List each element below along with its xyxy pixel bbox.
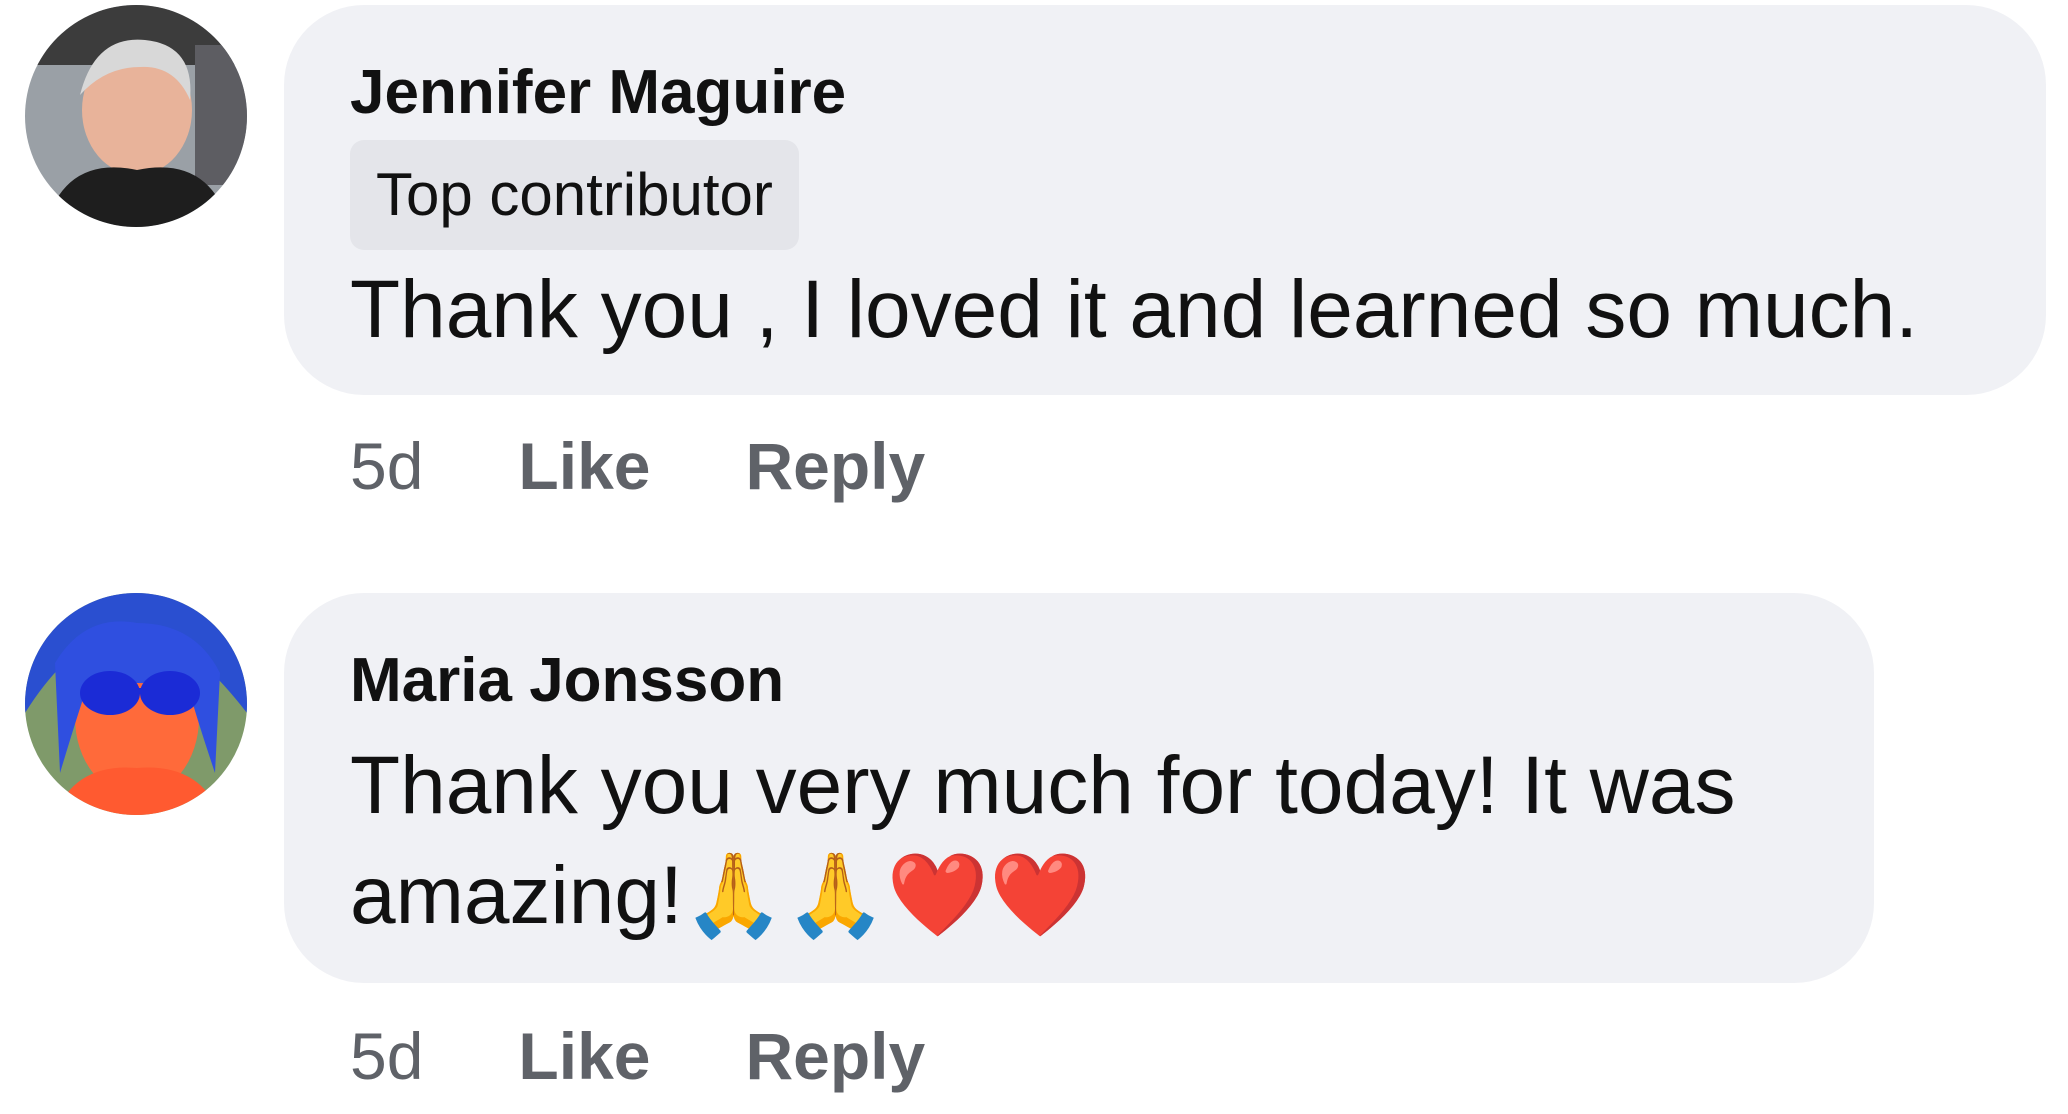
user-avatar-icon: [25, 5, 247, 227]
emoji-reactions: 🙏🙏❤️❤️: [682, 848, 1092, 943]
comment-timestamp: 5d: [350, 1019, 424, 1093]
user-avatar-icon: [25, 593, 247, 815]
avatar[interactable]: [25, 593, 247, 815]
comment-actions: 5d Like Reply: [350, 428, 925, 508]
reply-button[interactable]: Reply: [746, 1018, 926, 1094]
like-button[interactable]: Like: [518, 1018, 650, 1094]
comment-text: Thank you , I loved it and learned so mu…: [350, 264, 1919, 355]
comment-text-line1: Thank you very much for today! It was: [350, 740, 1736, 831]
comment-text: amazing!: [350, 850, 683, 941]
comment-timestamp: 5d: [350, 429, 424, 503]
comment-bubble: Jennifer Maguire Top contributor Thank y…: [284, 5, 2046, 395]
reply-button[interactable]: Reply: [746, 428, 926, 504]
comment-author[interactable]: Jennifer Maguire: [350, 57, 846, 128]
comment-bubble: Maria Jonsson Thank you very much for to…: [284, 593, 1874, 983]
comment-author[interactable]: Maria Jonsson: [350, 645, 784, 716]
like-button[interactable]: Like: [518, 428, 650, 504]
avatar[interactable]: [25, 5, 247, 227]
top-contributor-badge: Top contributor: [350, 140, 799, 250]
comment-actions: 5d Like Reply: [350, 1018, 925, 1098]
comment-text-line2: amazing!🙏🙏❤️❤️: [350, 841, 1091, 951]
